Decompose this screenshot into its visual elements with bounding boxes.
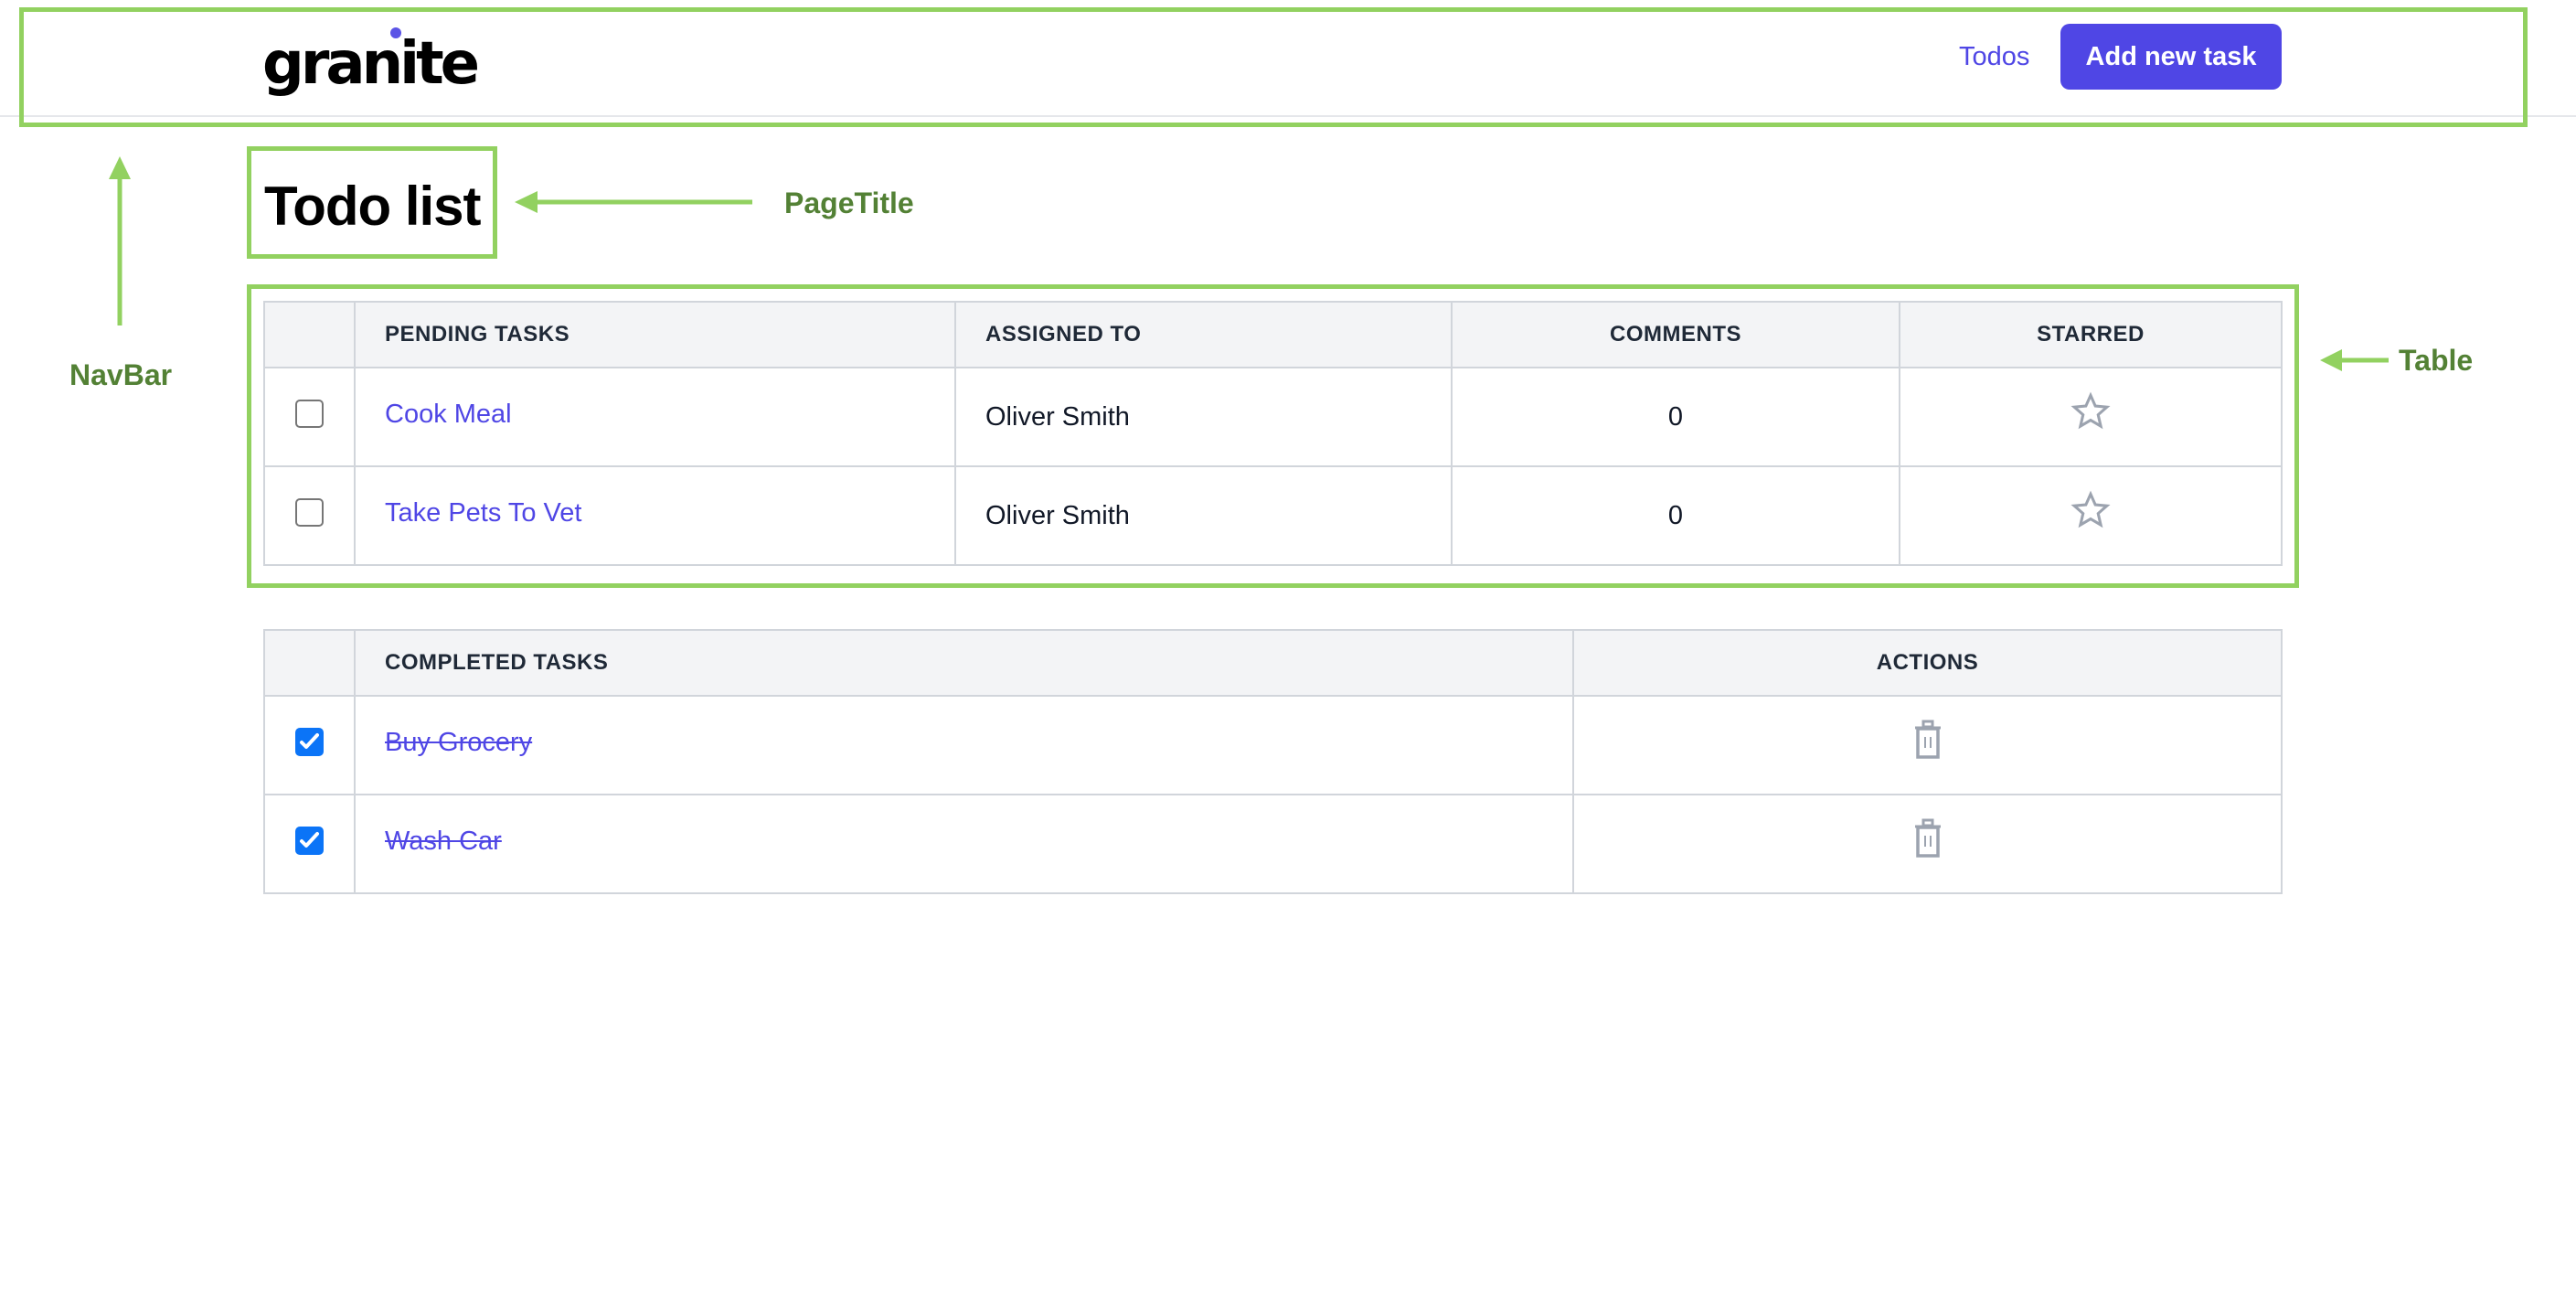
annotation-label-pagetitle: PageTitle — [784, 187, 914, 219]
annotation-label-table: Table — [2399, 344, 2474, 377]
table-arrow-head — [2320, 349, 2342, 371]
annotation-arrows — [109, 156, 2389, 371]
pagetitle-arrow-head — [515, 191, 538, 213]
navbar-arrow-head — [109, 156, 131, 179]
annotation-label-navbar: NavBar — [69, 358, 173, 391]
